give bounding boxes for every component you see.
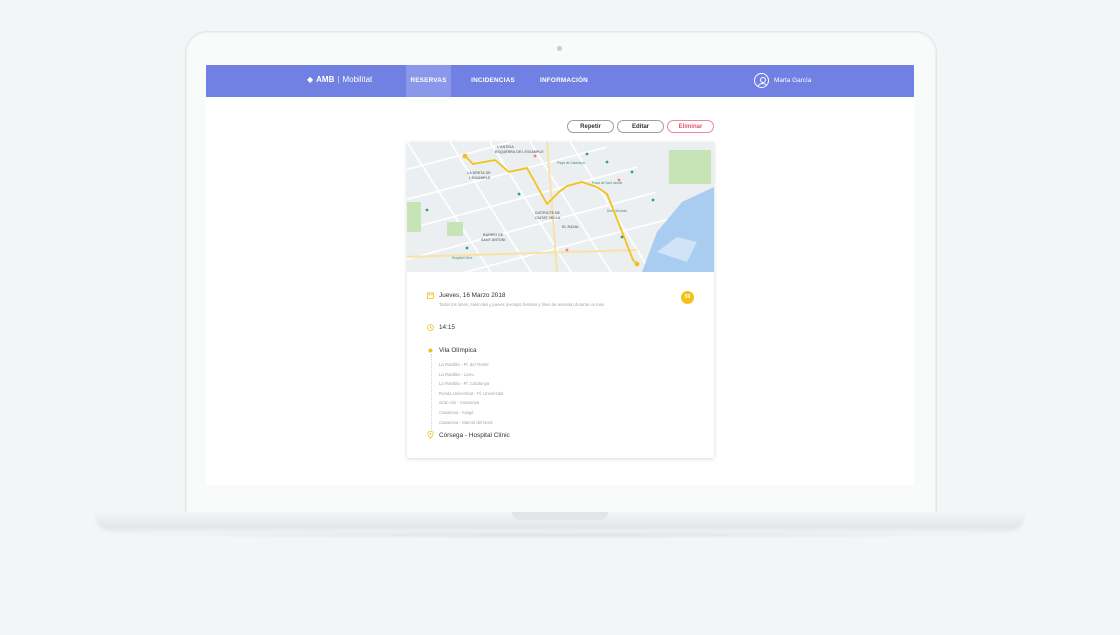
route-map[interactable]: L'ANTIGA ESQUERRA DE L'EIXAMPLE LA DRETA…: [407, 142, 714, 272]
svg-text:SANT ANTONI: SANT ANTONI: [481, 238, 505, 242]
svg-text:CIUTAT VELLA: CIUTAT VELLA: [535, 216, 561, 220]
tab-incidencias[interactable]: INCIDENCIAS: [468, 65, 518, 97]
laptop-notch: [512, 512, 608, 520]
svg-text:Plaça de Catalunya: Plaça de Catalunya: [557, 161, 585, 165]
reservation-badge: 59: [681, 291, 694, 304]
svg-text:ESQUERRA DE L'EIXAMPLE: ESQUERRA DE L'EIXAMPLE: [495, 150, 544, 154]
svg-text:L'ANTIGA: L'ANTIGA: [497, 145, 514, 149]
intermediate-stops: La Rambla - Pl. del Teatre La Rambla - L…: [439, 360, 503, 427]
svg-text:DISTRICTE DE: DISTRICTE DE: [535, 211, 561, 215]
clock-icon: [427, 324, 434, 331]
logo-bold: AMB: [316, 75, 335, 84]
tab-informacion[interactable]: INFORMACIÓN: [536, 65, 592, 97]
user-menu[interactable]: Marta García: [754, 73, 811, 88]
amb-logo-icon: ◆: [307, 75, 314, 84]
logo-separator: |: [337, 75, 340, 84]
list-item: Gran Via - Casanova: [439, 400, 480, 406]
laptop-shadow: [110, 531, 1010, 539]
reservation-recurrence: Todos los lunes, miércoles y jueves (exc…: [439, 302, 606, 307]
svg-text:Hospital Clínic: Hospital Clínic: [452, 256, 473, 260]
list-item: La Rambla - Pl. del Teatre: [439, 362, 489, 367]
user-name: Marta García: [774, 77, 812, 84]
logo-text: Mobilitat: [342, 75, 373, 84]
svg-text:Drets Mordois: Drets Mordois: [607, 209, 627, 213]
reservation-card: L'ANTIGA ESQUERRA DE L'EIXAMPLE LA DRETA…: [407, 142, 714, 458]
brand-logo[interactable]: ◆ AMB | Mobilitat: [307, 75, 372, 84]
list-item: La Rambla - Pl. Catalunya: [439, 381, 490, 387]
destination-stop: Còrsega - Hospital Clínic: [439, 432, 510, 439]
svg-text:Plaça de Sant Jaume: Plaça de Sant Jaume: [592, 181, 623, 185]
list-item: Casanova - Marcel del Nord: [439, 419, 493, 425]
svg-text:L'EIXAMPLE: L'EIXAMPLE: [469, 176, 491, 180]
reservation-time: 14:15: [439, 324, 455, 331]
user-avatar-icon: [754, 73, 769, 88]
top-navbar: ◆ AMB | Mobilitat RESERVAS INCIDENCIAS I…: [206, 65, 914, 97]
delete-button[interactable]: Eliminar: [667, 120, 714, 133]
svg-text:BARRIO DE: BARRIO DE: [483, 233, 504, 237]
repeat-button[interactable]: Repetir: [567, 120, 614, 133]
list-item: La Rambla - Liceu: [439, 371, 474, 377]
list-item: Casanova - Aragó: [439, 409, 474, 415]
calendar-icon: [427, 292, 434, 299]
list-item: Ronda Universitat - Pl. Universitat: [439, 390, 504, 396]
camera: [557, 46, 562, 51]
origin-dot-icon: [428, 348, 433, 353]
location-pin-icon: [427, 431, 434, 439]
app-screen: ◆ AMB | Mobilitat RESERVAS INCIDENCIAS I…: [206, 65, 914, 485]
edit-button[interactable]: Editar: [617, 120, 664, 133]
svg-text:EL RAVAL: EL RAVAL: [562, 225, 580, 229]
origin-stop: Vila Olímpica: [439, 347, 477, 354]
reservation-date: Jueves, 16 Marzo 2018: [439, 292, 506, 299]
tab-reservas[interactable]: RESERVAS: [406, 65, 451, 97]
route-line: [430, 354, 432, 432]
svg-text:LA DRETA DE: LA DRETA DE: [467, 171, 491, 175]
